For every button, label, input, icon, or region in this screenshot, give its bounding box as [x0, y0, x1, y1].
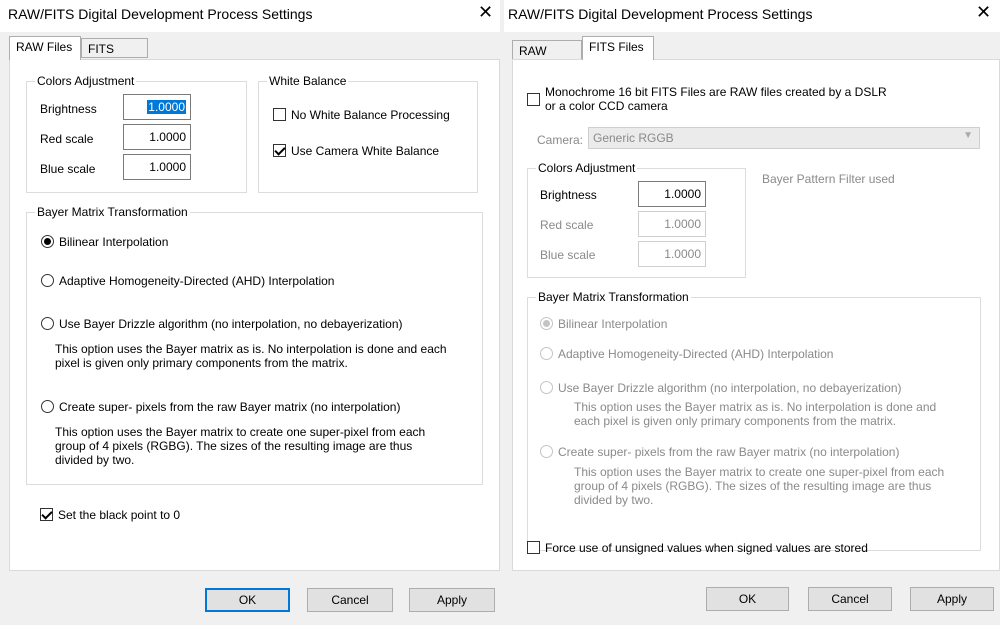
fits-ahd-radio[interactable] — [540, 347, 553, 360]
colors-adjustment-title: Colors Adjustment — [35, 74, 137, 88]
camera-white-balance-label: Use Camera White Balance — [291, 144, 440, 158]
tab-fits-files[interactable]: FITS Files — [81, 38, 148, 76]
no-white-balance-checkbox[interactable] — [273, 108, 286, 121]
ok-button[interactable]: OK — [706, 587, 789, 611]
brightness-input[interactable]: 1.0000 — [123, 94, 191, 120]
drizzle-description-line-1: This option uses the Bayer matrix as is.… — [55, 342, 447, 356]
bayer-matrix-group: Bayer Matrix Transformation Bilinear Int… — [26, 205, 483, 485]
drizzle-description-line-2: pixel is given only primary components f… — [55, 356, 348, 370]
fits-bayer-matrix-group: Bayer Matrix Transformation Bilinear Int… — [527, 290, 981, 551]
monochrome-label-line-1: Monochrome 16 bit FITS Files are RAW fil… — [545, 85, 887, 99]
ahd-radio[interactable] — [41, 274, 54, 287]
camera-select[interactable]: Generic RGGB ▼ — [588, 127, 980, 149]
fits-brightness-label: Brightness — [540, 188, 597, 202]
superpixel-description-line-3: divided by two. — [55, 453, 135, 467]
bilinear-label: Bilinear Interpolation — [59, 235, 169, 249]
fits-red-scale-input[interactable]: 1.0000 — [638, 211, 706, 237]
fits-drizzle-description-line-2: each pixel is given only primary compone… — [574, 414, 897, 428]
fits-superpixel-label: Create super- pixels from the raw Bayer … — [558, 445, 900, 459]
fits-colors-adjustment-group: Colors Adjustment Brightness 1.0000 Red … — [527, 161, 746, 278]
fits-tab-page: Monochrome 16 bit FITS Files are RAW fil… — [512, 59, 1000, 571]
chevron-down-icon: ▼ — [963, 130, 973, 141]
raw-dialog-window: RAW/FITS Digital Development Process Set… — [0, 0, 500, 625]
dialog-title: RAW/FITS Digital Development Process Set… — [508, 6, 813, 22]
fits-red-scale-label: Red scale — [540, 218, 594, 232]
blue-scale-label: Blue scale — [40, 162, 96, 176]
fits-drizzle-label: Use Bayer Drizzle algorithm (no interpol… — [558, 381, 902, 395]
fits-blue-scale-label: Blue scale — [540, 248, 596, 262]
fits-bilinear-label: Bilinear Interpolation — [558, 317, 668, 331]
tab-raw-files[interactable]: RAW Files — [512, 40, 582, 78]
superpixel-radio[interactable] — [41, 400, 54, 413]
fits-superpixel-description-line-1: This option uses the Bayer matrix to cre… — [574, 465, 945, 479]
monochrome-checkbox[interactable] — [527, 93, 540, 106]
fits-bayer-matrix-title: Bayer Matrix Transformation — [536, 290, 691, 304]
fits-superpixel-description-line-3: divided by two. — [574, 493, 654, 507]
red-scale-label: Red scale — [40, 132, 94, 146]
dialog-title: RAW/FITS Digital Development Process Set… — [8, 6, 313, 22]
white-balance-group: White Balance No White Balance Processin… — [258, 74, 478, 193]
fits-dialog-window: RAW/FITS Digital Development Process Set… — [504, 0, 1000, 625]
dialog-body: RAW Files FITS Files Monochrome 16 bit F… — [504, 32, 1000, 625]
apply-button[interactable]: Apply — [910, 587, 994, 611]
camera-white-balance-checkbox[interactable] — [273, 144, 286, 157]
fits-ahd-label: Adaptive Homogeneity-Directed (AHD) Inte… — [558, 347, 834, 361]
superpixel-description-line-2: group of 4 pixels (RGBG). The sizes of t… — [55, 439, 413, 453]
cancel-button[interactable]: Cancel — [808, 587, 892, 611]
brightness-label: Brightness — [40, 102, 97, 116]
white-balance-title: White Balance — [267, 74, 349, 88]
bayer-pattern-filter-label: Bayer Pattern Filter used — [762, 172, 895, 186]
apply-button[interactable]: Apply — [409, 588, 495, 612]
tab-raw-files[interactable]: RAW Files — [9, 36, 81, 60]
bayer-matrix-title: Bayer Matrix Transformation — [35, 205, 190, 219]
fits-superpixel-radio[interactable] — [540, 445, 553, 458]
fits-brightness-input[interactable]: 1.0000 — [638, 181, 706, 207]
drizzle-radio[interactable] — [41, 317, 54, 330]
close-icon[interactable]: ✕ — [478, 2, 493, 23]
fits-bilinear-radio[interactable] — [540, 317, 553, 330]
fits-drizzle-description-line-1: This option uses the Bayer matrix as is.… — [574, 400, 937, 414]
superpixel-label: Create super- pixels from the raw Bayer … — [59, 400, 401, 414]
black-point-label: Set the black point to 0 — [58, 508, 181, 522]
red-scale-input[interactable]: 1.0000 — [123, 124, 191, 150]
fits-drizzle-radio[interactable] — [540, 381, 553, 394]
dialog-body: RAW Files FITS Files Colors Adjustment B… — [0, 32, 500, 625]
camera-select-value: Generic RGGB — [593, 131, 674, 145]
cancel-button[interactable]: Cancel — [307, 588, 393, 612]
close-icon[interactable]: ✕ — [976, 2, 991, 23]
tab-fits-files[interactable]: FITS Files — [582, 36, 654, 60]
black-point-checkbox[interactable] — [40, 508, 53, 521]
unsigned-values-checkbox[interactable] — [527, 541, 540, 554]
fits-colors-adjustment-title: Colors Adjustment — [536, 161, 638, 175]
bilinear-radio[interactable] — [41, 235, 54, 248]
monochrome-label-line-2: or a color CCD camera — [545, 99, 668, 113]
blue-scale-input[interactable]: 1.0000 — [123, 154, 191, 180]
ahd-label: Adaptive Homogeneity-Directed (AHD) Inte… — [59, 274, 335, 288]
ok-button[interactable]: OK — [205, 588, 290, 612]
colors-adjustment-group: Colors Adjustment Brightness 1.0000 Red … — [26, 74, 247, 193]
drizzle-label: Use Bayer Drizzle algorithm (no interpol… — [59, 317, 403, 331]
camera-label: Camera: — [537, 133, 584, 147]
no-white-balance-label: No White Balance Processing — [291, 108, 450, 122]
fits-blue-scale-input[interactable]: 1.0000 — [638, 241, 706, 267]
raw-tab-page: Colors Adjustment Brightness 1.0000 Red … — [9, 59, 500, 571]
superpixel-description-line-1: This option uses the Bayer matrix to cre… — [55, 425, 426, 439]
fits-superpixel-description-line-2: group of 4 pixels (RGBG). The sizes of t… — [574, 479, 932, 493]
unsigned-values-label: Force use of unsigned values when signed… — [545, 541, 868, 555]
